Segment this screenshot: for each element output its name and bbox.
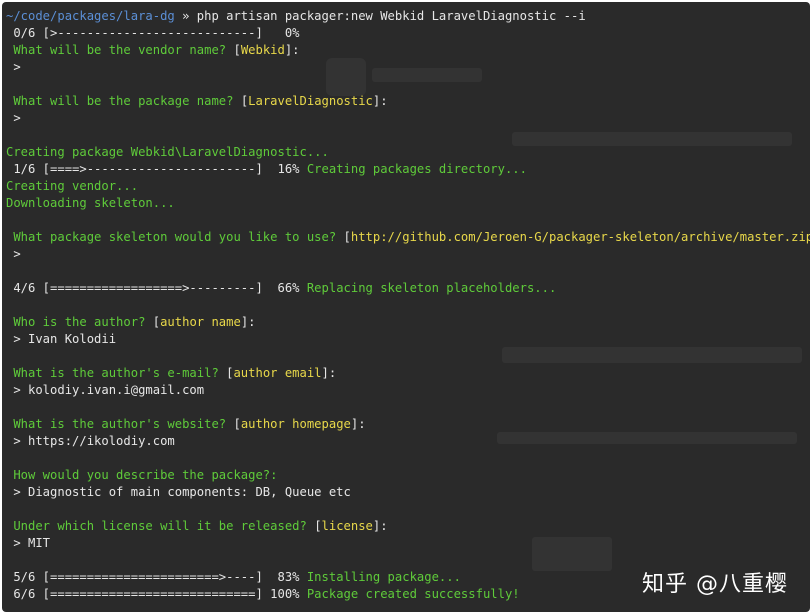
terminal-line: What is the author's e-mail? [author ema…: [6, 365, 806, 382]
terminal-text-segment: 1/6 [====>-----------------------] 16%: [6, 162, 307, 176]
terminal-line: Downloading skeleton...: [6, 195, 806, 212]
terminal-text-segment: ]:: [372, 519, 388, 533]
terminal-text-segment: Package created successfully!: [306, 587, 520, 601]
terminal-line: What is the author's website? [author ho…: [6, 416, 806, 433]
terminal-line: 0/6 [>---------------------------] 0%: [6, 25, 806, 42]
terminal-line: > Diagnostic of main components: DB, Que…: [6, 484, 806, 501]
terminal-line: What will be the package name? [LaravelD…: [6, 93, 806, 110]
terminal-line: > Ivan Kolodii: [6, 331, 806, 348]
terminal-text-segment: [: [152, 315, 161, 329]
terminal-line: How would you describe the package?:: [6, 467, 806, 484]
terminal-text-segment: How would you describe the package?:: [6, 468, 278, 482]
terminal-text-segment: >: [6, 247, 21, 261]
terminal-text-segment: Creating packages directory...: [306, 162, 527, 176]
terminal-text-segment: ]:: [240, 315, 256, 329]
terminal-text-segment: author name: [160, 315, 241, 329]
terminal-text-segment: What is the author's website?: [6, 417, 234, 431]
terminal-text-segment: author email: [233, 366, 322, 380]
terminal-line: What will be the vendor name? [Webkid]:: [6, 42, 806, 59]
terminal-text-segment: [: [233, 417, 241, 431]
terminal-line: What package skeleton would you like to …: [6, 229, 810, 246]
terminal-text-segment: >: [6, 111, 21, 125]
terminal-text-segment: >: [6, 60, 21, 74]
terminal-line: Creating package Webkid\LaravelDiagnosti…: [6, 144, 806, 161]
terminal-text-segment: 0/6 [>---------------------------] 0%: [6, 26, 300, 40]
zhihu-watermark: 知乎 @八重樱: [642, 572, 788, 597]
terminal-text-segment: 6/6 [============================] 100%: [6, 587, 307, 601]
terminal-text-segment: > Ivan Kolodii: [6, 332, 117, 346]
terminal-text-segment: Replacing skeleton placeholders...: [306, 281, 557, 295]
terminal-text-segment: ]:: [372, 94, 388, 108]
terminal-line: > kolodiy.ivan.i@gmail.com: [6, 382, 806, 399]
terminal-text-segment: LaravelDiagnostic: [248, 94, 373, 108]
terminal-text-segment: Installing package...: [306, 570, 461, 584]
terminal-text-segment: 5/6 [=======================>----] 83%: [6, 570, 307, 584]
terminal-window[interactable]: ~/code/packages/lara-dg » php artisan pa…: [2, 2, 810, 612]
terminal-line: > MIT: [6, 535, 806, 552]
terminal-text-segment: > https://ikolodiy.com: [6, 434, 175, 448]
terminal-text-segment: ]:: [350, 417, 366, 431]
terminal-text-segment: ]:: [284, 43, 300, 57]
terminal-text-segment: author homepage: [240, 417, 351, 431]
terminal-text-segment: What is the author's e-mail?: [6, 366, 227, 380]
terminal-text-segment: http://github.com/Jeroen-G/packager-skel…: [350, 230, 810, 244]
terminal-line: 1/6 [====>-----------------------] 16% C…: [6, 161, 806, 178]
terminal-line: >: [6, 246, 806, 263]
terminal-line: >: [6, 110, 806, 127]
terminal-line: > https://ikolodiy.com: [6, 433, 806, 450]
terminal-text-segment: ]:: [321, 366, 337, 380]
terminal-line: 4/6 [==================>---------] 66% R…: [6, 280, 806, 297]
terminal-text-segment: Who is the author?: [6, 315, 153, 329]
terminal-text-segment: What will be the vendor name?: [6, 43, 234, 57]
terminal-line: ~/code/packages/lara-dg » php artisan pa…: [6, 8, 806, 25]
terminal-line: >: [6, 59, 806, 76]
terminal-text-segment: 4/6 [==================>---------] 66%: [6, 281, 307, 295]
terminal-text-segment: [: [343, 230, 351, 244]
terminal-text-segment: ~/code/packages/lara-dg: [6, 9, 175, 23]
terminal-text-segment: Creating vendor...: [6, 179, 139, 193]
terminal-text-segment: Downloading skeleton...: [6, 196, 175, 210]
terminal-text-segment: > kolodiy.ivan.i@gmail.com: [6, 383, 205, 397]
terminal-text-segment: Creating package Webkid\LaravelDiagnosti…: [6, 145, 329, 159]
terminal-text-segment: Webkid: [240, 43, 285, 57]
terminal-output: ~/code/packages/lara-dg » php artisan pa…: [6, 8, 810, 603]
terminal-text-segment: license: [321, 519, 373, 533]
terminal-text-segment: > Diagnostic of main components: DB, Que…: [6, 485, 351, 499]
terminal-text-segment: > MIT: [6, 536, 51, 550]
terminal-line: Under which license will it be released?…: [6, 518, 806, 535]
terminal-line: Creating vendor...: [6, 178, 806, 195]
terminal-line: Who is the author? [author name]:: [6, 314, 806, 331]
terminal-text-segment: What package skeleton would you like to …: [6, 230, 344, 244]
terminal-text-segment: What will be the package name?: [6, 94, 241, 108]
terminal-text-segment: » php artisan packager:new Webkid Larave…: [174, 9, 586, 23]
terminal-text-segment: [: [314, 519, 322, 533]
terminal-text-segment: Under which license will it be released?: [6, 519, 315, 533]
terminal-text-segment: [: [233, 43, 241, 57]
